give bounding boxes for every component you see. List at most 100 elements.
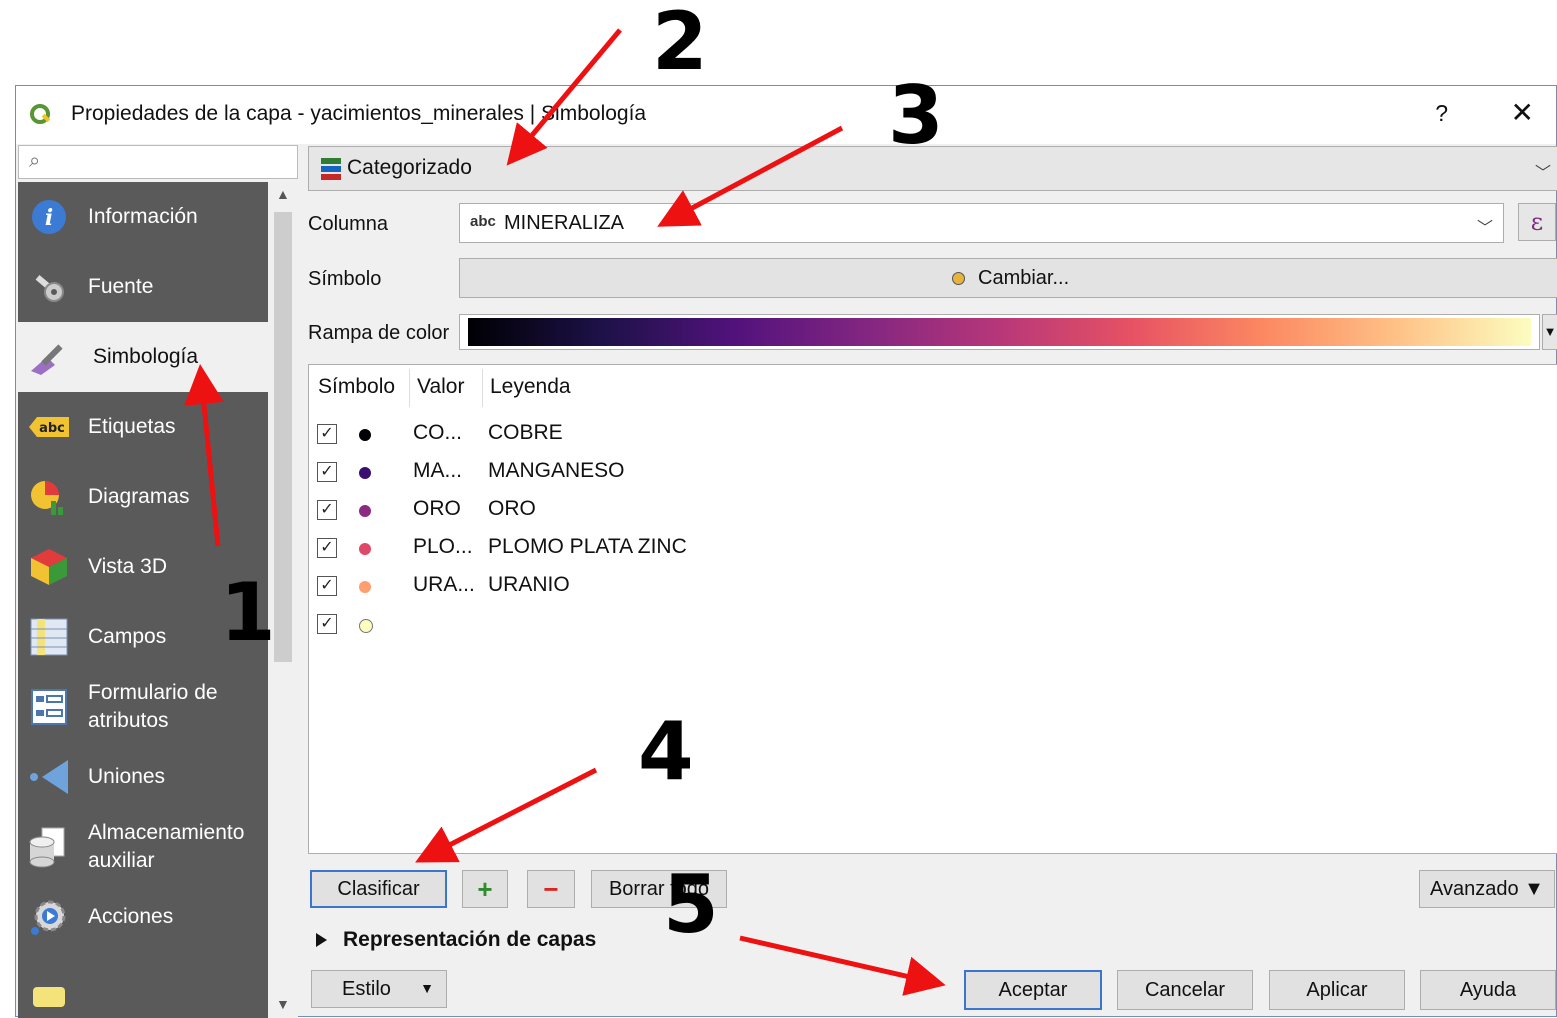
category-legend: ORO: [488, 497, 536, 520]
sidebar-item-formulario[interactable]: Formulario de atributos: [18, 672, 268, 742]
sidebar-item-label: Información: [88, 205, 198, 228]
form-icon: [28, 686, 70, 728]
qgis-logo-icon: [30, 104, 51, 124]
color-ramp-preview: [468, 318, 1531, 346]
sidebar-item-label: Etiquetas: [88, 415, 176, 438]
sidebar-item-label: Vista 3D: [88, 555, 167, 578]
category-symbol-icon[interactable]: [359, 429, 371, 441]
row-checkbox[interactable]: ✓: [317, 424, 337, 444]
diagram-icon: [28, 476, 70, 518]
row-checkbox[interactable]: ✓: [317, 500, 337, 520]
sidebar-item-fuente[interactable]: Fuente: [18, 252, 268, 322]
header-symbol[interactable]: Símbolo: [318, 375, 395, 399]
layer-rendering-section[interactable]: Representación de capas: [316, 928, 596, 952]
table-row[interactable]: ✓ URA... URANIO: [309, 567, 1557, 605]
sidebar-item-label: Uniones: [88, 765, 166, 788]
annotation-number-1: 1: [220, 566, 276, 659]
category-legend: MANGANESO: [488, 459, 625, 482]
row-checkbox[interactable]: ✓: [317, 614, 337, 634]
remove-category-button[interactable]: −: [527, 870, 575, 908]
annotation-number-4: 4: [638, 705, 694, 798]
table-row[interactable]: ✓: [309, 605, 1557, 643]
scroll-down-icon[interactable]: ▼: [276, 996, 290, 1012]
text-field-type-icon: abc: [470, 213, 496, 230]
title-bar: Propiedades de la capa - yacimientos_min…: [16, 86, 1556, 144]
scroll-up-icon[interactable]: ▲: [276, 186, 290, 202]
apply-button[interactable]: Aplicar: [1269, 970, 1405, 1010]
column-label: Columna: [308, 213, 389, 235]
ramp-dropdown-icon[interactable]: ▼: [1542, 314, 1557, 350]
category-symbol-icon[interactable]: [359, 543, 371, 555]
color-ramp-label: Rampa de color: [308, 322, 450, 344]
add-category-button[interactable]: +: [462, 870, 508, 908]
window-title: Propiedades de la capa - yacimientos_min…: [71, 102, 647, 125]
category-value: URA...: [413, 573, 475, 596]
close-icon[interactable]: ✕: [1511, 96, 1534, 129]
caret-down-icon: ▼: [420, 980, 434, 996]
layer-rendering-label: Representación de capas: [343, 928, 597, 951]
annotation-number-3: 3: [888, 69, 944, 162]
change-symbol-label: Cambiar...: [978, 267, 1070, 289]
category-symbol-icon[interactable]: [359, 619, 373, 633]
sidebar-item-almacenamiento[interactable]: Almacenamiento auxiliar: [18, 812, 268, 882]
sidebar-item-acciones[interactable]: Acciones: [18, 882, 268, 952]
style-button[interactable]: Estilo ▼: [311, 970, 447, 1008]
table-row[interactable]: ✓ PLO... PLOMO PLATA ZINC: [309, 529, 1557, 567]
symbol-label: Símbolo: [308, 268, 382, 290]
sidebar-item-simbologia[interactable]: Simbología: [18, 322, 268, 392]
help-button[interactable]: Ayuda: [1420, 970, 1556, 1010]
help-icon[interactable]: ?: [1435, 100, 1448, 127]
table-row[interactable]: ✓ CO... COBRE: [309, 415, 1557, 453]
annotation-number-5: 5: [663, 858, 719, 951]
accept-button[interactable]: Aceptar: [964, 970, 1102, 1010]
chevron-down-icon: ﹀: [1476, 220, 1493, 237]
table-row[interactable]: ✓ ORO ORO: [309, 491, 1557, 529]
sidebar-item-more[interactable]: [18, 952, 268, 1018]
search-input[interactable]: ⌕: [18, 145, 298, 179]
category-symbol-icon[interactable]: [359, 505, 371, 517]
column-value: MINERALIZA: [504, 212, 625, 234]
category-value: ORO: [413, 497, 461, 520]
category-symbol-icon[interactable]: [359, 581, 371, 593]
category-value: CO...: [413, 421, 463, 444]
expression-button[interactable]: ε: [1518, 203, 1556, 241]
categorized-icon: [321, 158, 341, 180]
row-checkbox[interactable]: ✓: [317, 538, 337, 558]
row-checkbox[interactable]: ✓: [317, 462, 337, 482]
renderer-type-label: Categorizado: [347, 156, 472, 179]
sidebar-item-diagramas[interactable]: Diagramas: [18, 462, 268, 532]
color-ramp-button[interactable]: [459, 314, 1540, 350]
style-label: Estilo: [342, 977, 391, 1000]
expand-triangle-icon: [316, 933, 327, 948]
chevron-down-icon: ﹀: [1534, 165, 1551, 182]
table-row[interactable]: ✓ MA... MANGANESO: [309, 453, 1557, 491]
cancel-button[interactable]: Cancelar: [1117, 970, 1253, 1010]
sidebar-item-informacion[interactable]: i Información: [18, 182, 268, 252]
sidebar-item-label: Diagramas: [88, 485, 190, 508]
join-icon: [28, 756, 70, 798]
category-legend: URANIO: [488, 573, 570, 596]
change-symbol-button[interactable]: Cambiar...: [459, 258, 1557, 298]
paintbrush-icon: [28, 336, 70, 378]
sidebar-item-label: Formulario de atributos: [88, 681, 218, 732]
sidebar-item-etiquetas[interactable]: abc Etiquetas: [18, 392, 268, 462]
column-select[interactable]: abc MINERALIZA ﹀: [459, 203, 1504, 243]
category-value: PLO...: [413, 535, 473, 558]
tools-icon: [28, 266, 70, 308]
advanced-button[interactable]: Avanzado ▼: [1419, 870, 1555, 908]
cube-icon: [28, 546, 70, 588]
classify-button[interactable]: Clasificar: [310, 870, 447, 908]
header-legend[interactable]: Leyenda: [490, 375, 571, 399]
svg-text:i: i: [45, 205, 53, 231]
header-value[interactable]: Valor: [417, 375, 464, 399]
category-symbol-icon[interactable]: [359, 467, 371, 479]
scroll-thumb[interactable]: [274, 212, 292, 662]
row-checkbox[interactable]: ✓: [317, 576, 337, 596]
annotation-number-2: 2: [652, 0, 708, 88]
sidebar-item-uniones[interactable]: Uniones: [18, 742, 268, 812]
sidebar-item-label: Acciones: [88, 905, 174, 928]
symbol-preview-icon: [952, 272, 965, 285]
sidebar-item-label: Fuente: [88, 275, 154, 298]
fields-icon: [28, 616, 70, 658]
actions-icon: [28, 896, 70, 938]
